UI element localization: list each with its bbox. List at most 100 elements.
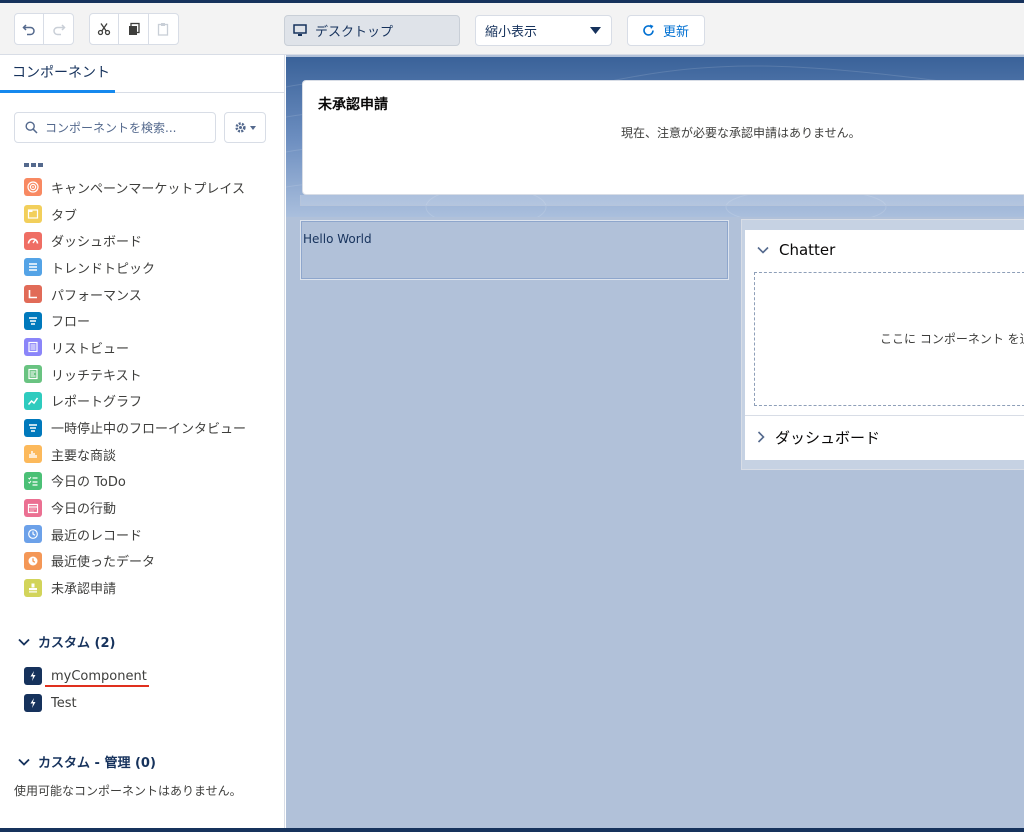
list-item[interactable]: 一時停止中のフローインタビュー — [24, 414, 246, 441]
list-item[interactable]: 未承認申請 — [24, 574, 246, 601]
accordion-section-chatter[interactable]: Chatter — [745, 230, 1024, 270]
list-item-label: パフォーマンス — [51, 288, 142, 304]
task-icon — [24, 471, 42, 490]
accordion-section-dashboard[interactable]: ダッシュボード — [745, 417, 1024, 457]
target-icon — [24, 178, 42, 197]
list-item-label: 今日の行動 — [51, 502, 117, 518]
calendar-icon — [24, 498, 42, 517]
refresh-label: 更新 — [663, 25, 690, 40]
custom-component-list: myComponent Test — [24, 663, 147, 716]
tab-components[interactable]: コンポーネント — [0, 55, 115, 93]
redo-button[interactable] — [44, 14, 73, 44]
caret-down-icon — [250, 125, 256, 130]
copy-button[interactable] — [119, 14, 149, 44]
accordion-label: Chatter — [779, 241, 836, 259]
list-item-label: 主要な商談 — [51, 448, 117, 464]
pending-approvals-card[interactable]: 未承認申請 現在、注意が必要な承認申請はありません。 — [302, 80, 1024, 195]
clipboard-icon — [158, 23, 169, 36]
list-item[interactable]: 最近のレコード — [24, 521, 246, 548]
list-item-label: 最近使ったデータ — [51, 555, 156, 571]
list-item[interactable]: レポートグラフ — [24, 388, 246, 415]
refresh-icon — [643, 24, 654, 36]
list-item[interactable]: タブ — [24, 201, 246, 228]
component-drop-zone[interactable]: ここに コンポーネント を追 — [754, 272, 1024, 406]
zoom-select[interactable]: 縮小表示 — [475, 15, 612, 46]
list-item-label: レポートグラフ — [51, 395, 143, 411]
accordion-label: ダッシュボード — [775, 428, 881, 447]
list-item-label: 一時停止中のフローインタビュー — [51, 422, 247, 438]
list-item-label: ダッシュボード — [51, 235, 143, 251]
list-item-label: myComponent — [51, 668, 147, 684]
standard-component-list: キャンペーンマーケットプレイス タブ ダッシュボード トレンドトピック パフォー… — [24, 174, 246, 601]
list-item[interactable]: 主要な商談 — [24, 441, 246, 468]
list-item-label: タブ — [51, 208, 78, 224]
component-panel: コンポーネント キャンペーンマーケットプレイス タブ ダッシュボード トレンドト… — [0, 55, 285, 832]
list-item[interactable]: フロー — [24, 307, 246, 334]
accordion-component[interactable]: Chatter ここに コンポーネント を追 ダッシュボード — [741, 219, 1024, 470]
page-canvas: 未承認申請 現在、注意が必要な承認申請はありません。 Hello World C… — [286, 55, 1024, 832]
custom-section-header[interactable]: カスタム (2) — [18, 632, 115, 651]
panel-tabbar: コンポーネント — [0, 55, 284, 93]
list-item[interactable]: リッチテキスト — [24, 361, 246, 388]
dashboard-icon — [24, 231, 42, 250]
approval-icon — [24, 578, 42, 597]
builder-toolbar: デスクトップ 縮小表示 更新 — [0, 0, 1024, 55]
list-item-label: リッチテキスト — [51, 368, 142, 384]
cut-button[interactable] — [90, 14, 120, 44]
gear-icon — [235, 122, 246, 133]
list-item-label: 未承認申請 — [51, 582, 117, 598]
list-item-label: 今日の ToDo — [51, 475, 126, 491]
undo-icon — [22, 24, 35, 36]
list-item[interactable]: パフォーマンス — [24, 281, 246, 308]
accordion-body: Chatter ここに コンポーネント を追 ダッシュボード — [745, 230, 1024, 460]
chevron-right-icon — [757, 431, 765, 443]
bar-chart-icon — [24, 445, 42, 464]
list-item[interactable]: リストビュー — [24, 334, 246, 361]
clipboard-group — [89, 13, 179, 45]
managed-section-title: カスタム - 管理 (0) — [38, 756, 156, 771]
desktop-icon — [293, 24, 307, 36]
list-item[interactable]: ダッシュボード — [24, 227, 246, 254]
list-view-icon — [24, 338, 42, 357]
list-item-label: フロー — [51, 315, 91, 331]
list-item[interactable]: キャンペーンマーケットプレイス — [24, 174, 246, 201]
list-item[interactable]: Test — [24, 690, 147, 717]
list-item[interactable]: トレンドトピック — [24, 254, 246, 281]
undo-button[interactable] — [15, 14, 45, 44]
device-desktop-button[interactable]: デスクトップ — [284, 15, 460, 46]
divider — [745, 415, 1024, 416]
card-title: 未承認申請 — [318, 97, 388, 113]
list-item[interactable]: 今日の ToDo — [24, 468, 246, 495]
lightning-icon — [24, 694, 42, 713]
refresh-button[interactable]: 更新 — [627, 15, 705, 46]
chevron-down-icon — [18, 758, 30, 766]
search-icon — [25, 121, 38, 134]
drop-hint: ここに コンポーネント を追 — [880, 332, 1024, 346]
paste-button[interactable] — [149, 14, 178, 44]
list-item[interactable]: 最近使ったデータ — [24, 548, 246, 575]
card-message: 現在、注意が必要な承認申請はありません。 — [621, 126, 861, 140]
list-item[interactable]: 今日の行動 — [24, 494, 246, 521]
list-item-label: キャンペーンマーケットプレイス — [51, 181, 245, 197]
caret-down-icon — [590, 27, 601, 34]
lightning-icon — [24, 667, 42, 686]
settings-menu-button[interactable] — [224, 112, 266, 143]
tabset-icon — [24, 205, 42, 224]
managed-section-header[interactable]: カスタム - 管理 (0) — [18, 752, 156, 771]
list-icon — [24, 258, 42, 277]
component-text: Hello World — [303, 232, 372, 246]
device-label: デスクトップ — [315, 25, 394, 40]
redo-icon — [52, 24, 66, 36]
region-frame — [300, 195, 1024, 206]
empty-state-text: 使用可能なコンポーネントはありません。 — [14, 784, 242, 798]
chevron-down-icon — [18, 638, 30, 646]
rich-text-icon — [24, 365, 42, 384]
zoom-value: 縮小表示 — [485, 25, 538, 40]
scissors-icon — [98, 23, 111, 36]
list-item-label: リストビュー — [51, 341, 130, 357]
flow-icon — [24, 311, 42, 330]
more-indicator-icon — [24, 163, 43, 167]
search-input[interactable] — [45, 120, 205, 135]
recent-icon — [24, 525, 42, 544]
hello-world-component[interactable]: Hello World — [300, 220, 729, 280]
